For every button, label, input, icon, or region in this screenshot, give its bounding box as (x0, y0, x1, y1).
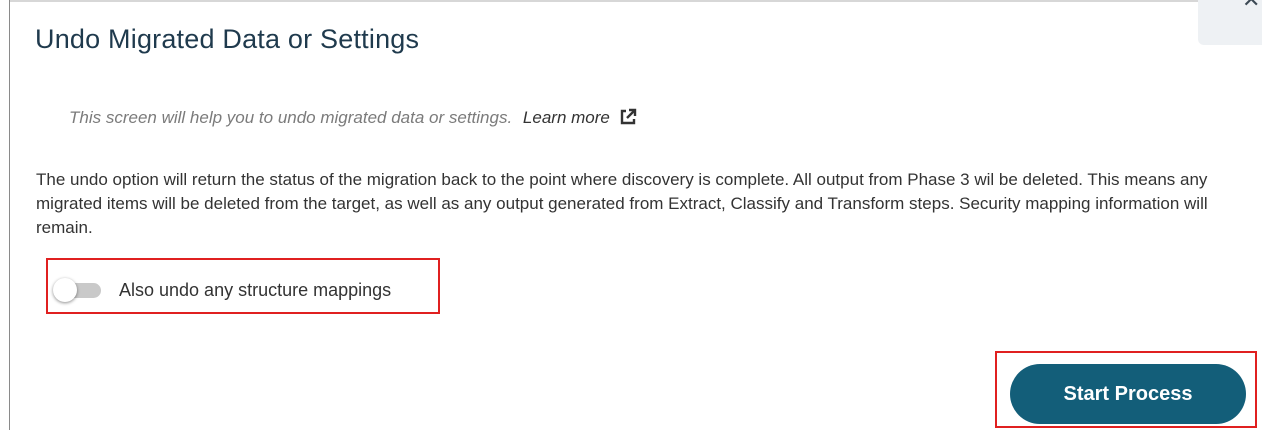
close-icon[interactable]: ✕ (1242, 0, 1262, 12)
intro-text: This screen will help you to undo migrat… (69, 108, 637, 128)
structure-mappings-toggle[interactable] (51, 276, 103, 304)
undo-description: The undo option will return the status o… (36, 170, 1208, 237)
dialog-left-border (9, 0, 10, 430)
dialog-top-border (9, 0, 1262, 2)
external-link-icon[interactable] (619, 108, 637, 126)
structure-mappings-label: Also undo any structure mappings (119, 279, 392, 300)
intro-text-label: This screen will help you to undo migrat… (69, 108, 513, 127)
learn-more-link[interactable]: Learn more (523, 108, 637, 127)
structure-mappings-toggle-row: Also undo any structure mappings (51, 276, 391, 304)
undo-migration-dialog: ✕ Undo Migrated Data or Settings This sc… (0, 0, 1262, 430)
toggle-knob[interactable] (53, 278, 77, 302)
start-process-button[interactable]: Start Process (1010, 364, 1246, 424)
learn-more-label[interactable]: Learn more (523, 108, 610, 127)
dialog-title: Undo Migrated Data or Settings (35, 24, 420, 54)
